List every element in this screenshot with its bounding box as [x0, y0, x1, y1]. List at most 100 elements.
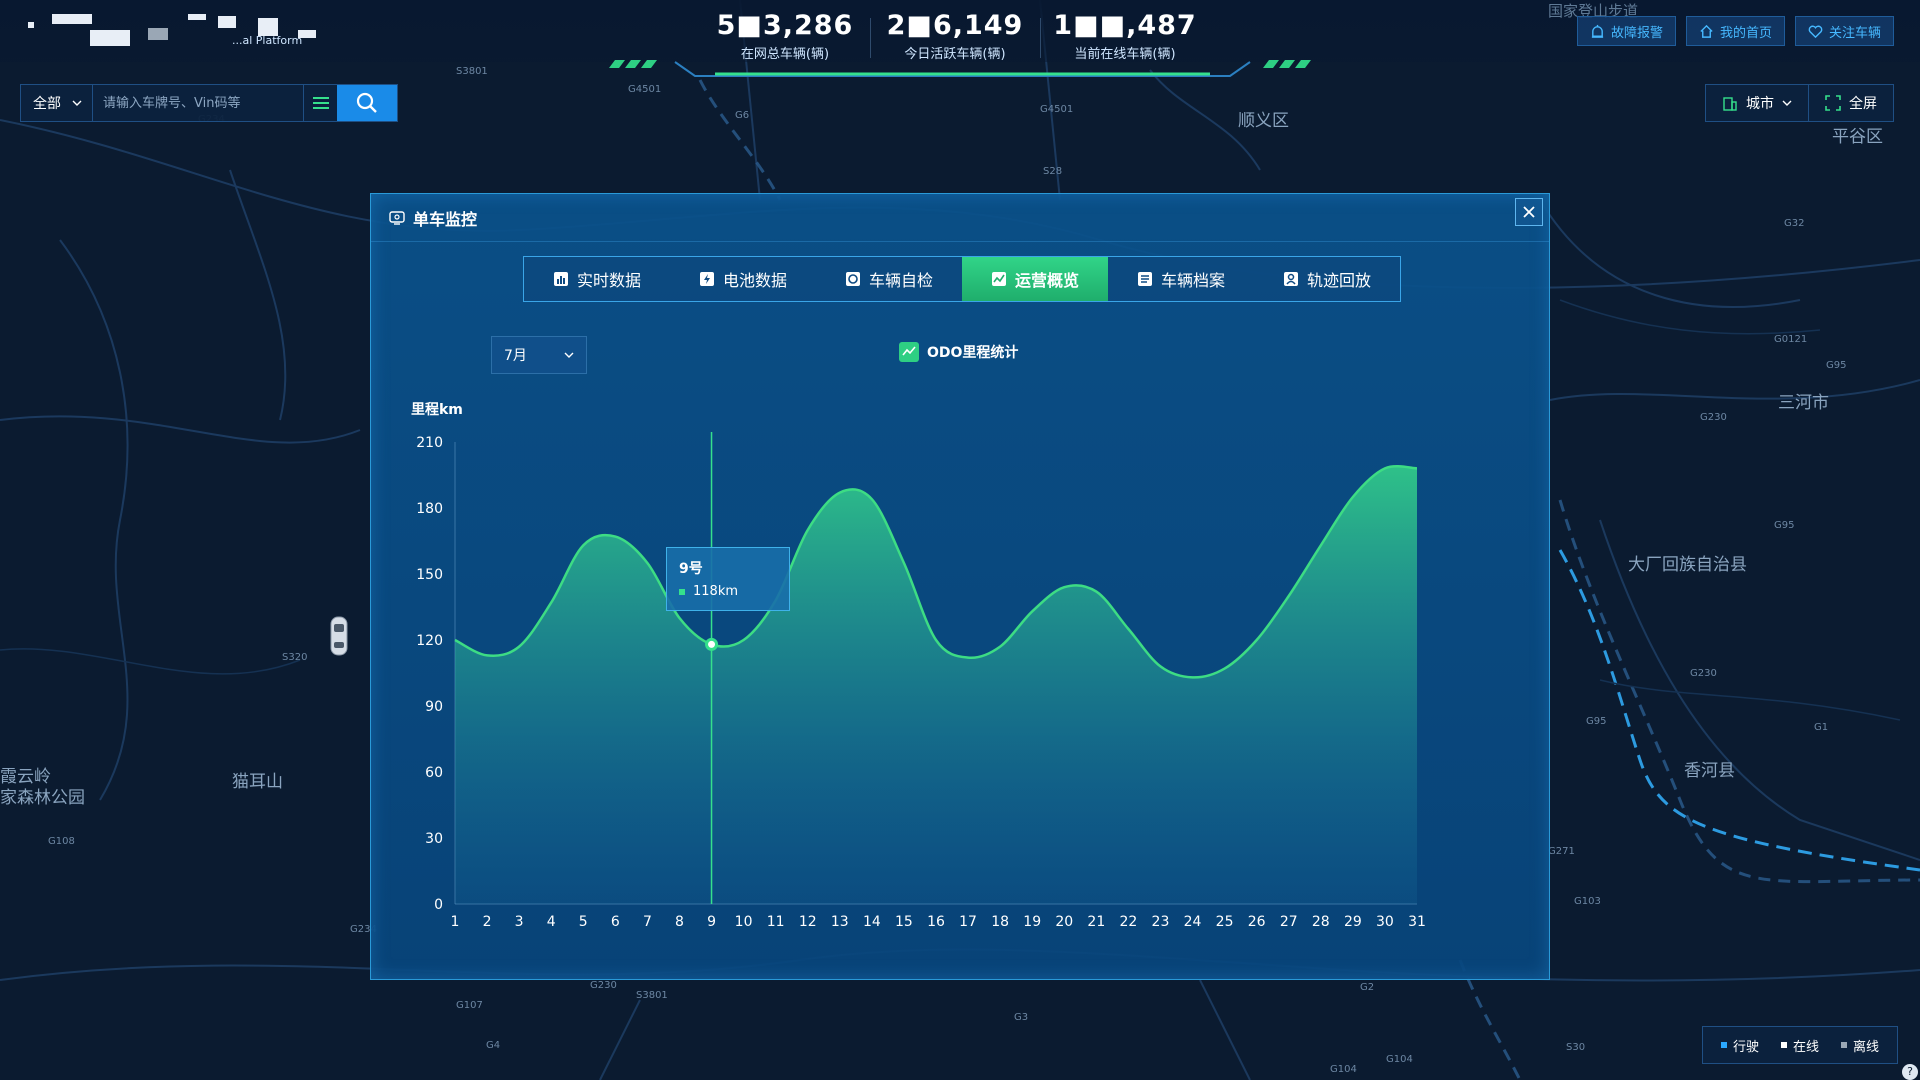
road-label: G104	[1330, 1064, 1357, 1075]
road-label: S30	[1566, 1042, 1586, 1053]
road-label: S320	[282, 652, 308, 663]
odo-mileage-chart[interactable]: 03060901201501802101 2 3 4 5 6 7 8 9 10 11 12 13 14 15…	[371, 194, 1551, 981]
road-label: S3801	[456, 66, 488, 77]
series-area	[455, 466, 1417, 904]
x-tick-label: 18	[991, 914, 1009, 930]
chevron-down-icon	[1782, 100, 1792, 106]
list-view-button[interactable]	[303, 85, 337, 121]
fault-alarm-button[interactable]: 故障报警	[1576, 16, 1676, 46]
home-icon	[1700, 24, 1713, 38]
city-select-button[interactable]: 城市	[1706, 85, 1808, 121]
legend-dot	[1780, 1042, 1787, 1048]
road-label: G103	[1574, 896, 1601, 907]
vehicle-marker-icon[interactable]	[330, 616, 348, 656]
y-tick-label: 90	[425, 699, 443, 715]
road-label: G32	[1784, 218, 1805, 229]
x-tick-label: 28	[1312, 914, 1330, 930]
legend-item-online[interactable]: 在线	[1780, 1036, 1819, 1055]
stat-active-vehicles: 2■6,149 今日活跃车辆(辆)	[870, 10, 1040, 62]
x-tick-label: 14	[863, 914, 881, 930]
my-home-label: 我的首页	[1719, 25, 1772, 41]
chart-tooltip: 9号 118km	[666, 547, 790, 611]
search-input[interactable]	[93, 85, 303, 121]
search-button[interactable]	[337, 85, 397, 121]
header-decoration	[609, 60, 1311, 77]
road-label: G230	[1690, 668, 1717, 679]
y-tick-label: 30	[425, 831, 443, 847]
search-scope-select[interactable]: 全部	[21, 85, 93, 121]
x-tick-label: 30	[1376, 914, 1394, 930]
y-tick-label: 120	[416, 633, 443, 649]
fullscreen-icon	[1825, 95, 1841, 111]
legend-dot	[1840, 1042, 1847, 1048]
x-tick-label: 29	[1344, 914, 1362, 930]
y-tick-label: 60	[425, 765, 443, 781]
list-icon	[312, 97, 329, 109]
x-tick-label: 31	[1408, 914, 1426, 930]
road-label: G4501	[1040, 104, 1074, 115]
x-tick-label: 10	[735, 914, 753, 930]
chevron-down-icon	[72, 100, 82, 106]
single-vehicle-monitor-dialog: 单车监控 实时数据 电池数据 车辆自检 运营概览 车辆档案 轨迹回放 7月 OD…	[370, 193, 1550, 980]
road-label: G230	[590, 980, 617, 991]
road-label: G95	[1586, 716, 1607, 727]
legend-item-driving[interactable]: 行驶	[1720, 1036, 1759, 1055]
y-tick-label: 150	[416, 567, 443, 583]
stat-online-vehicles: 1■■,487 当前在线车辆(辆)	[1040, 10, 1210, 62]
x-tick-label: 5	[579, 914, 588, 930]
x-tick-label: 21	[1087, 914, 1105, 930]
road-label: G4	[486, 1040, 501, 1051]
x-tick-label: 9	[707, 914, 716, 930]
x-tick-label: 11	[767, 914, 785, 930]
fullscreen-button[interactable]: 全屏	[1808, 85, 1893, 121]
map-tools: 城市 全屏	[1705, 84, 1894, 122]
road-label: G6	[735, 110, 750, 121]
help-icon[interactable]: ?	[1902, 1064, 1918, 1080]
road-label: G95	[1774, 520, 1795, 531]
road-label: G4501	[628, 84, 662, 95]
road-label: G104	[1386, 1054, 1413, 1065]
x-tick-label: 24	[1184, 914, 1202, 930]
y-tick-label: 210	[416, 435, 443, 451]
stat-total-vehicles: 5■3,286 在网总车辆(辆)	[700, 10, 870, 62]
x-tick-label: 26	[1248, 914, 1266, 930]
my-home-button[interactable]: 我的首页	[1685, 16, 1785, 46]
follow-vehicle-button[interactable]: 关注车辆	[1794, 16, 1894, 46]
stats-panel: 5■3,286 在网总车辆(辆) 2■6,149 今日活跃车辆(辆) 1■■,4…	[700, 10, 1210, 62]
building-icon	[1723, 97, 1737, 111]
map-label-shunyi: 顺义区	[1238, 111, 1289, 131]
tooltip-title: 9号	[679, 561, 703, 577]
highlight-point[interactable]	[705, 637, 719, 651]
top-actions: 故障报警 我的首页 关注车辆	[1576, 16, 1894, 46]
x-tick-label: 4	[547, 914, 556, 930]
tooltip-value: 118km	[693, 584, 739, 599]
legend-label: 行驶	[1732, 1039, 1759, 1055]
vehicle-search-bar: 全部	[20, 84, 398, 122]
map-label-maoershan: 猫耳山	[232, 772, 283, 792]
x-tick-label: 27	[1280, 914, 1298, 930]
y-tick-label: 0	[434, 897, 443, 913]
search-scope-value: 全部	[33, 96, 61, 112]
x-tick-label: 12	[799, 914, 817, 930]
x-tick-label: 7	[643, 914, 652, 930]
x-tick-label: 19	[1023, 914, 1041, 930]
tooltip-row: 118km	[679, 584, 777, 599]
tooltip-series-dot	[679, 588, 685, 595]
x-tick-label: 17	[959, 914, 977, 930]
y-tick-label: 180	[416, 501, 443, 517]
legend-dot	[1720, 1042, 1727, 1048]
x-tick-label: 16	[927, 914, 945, 930]
x-tick-label: 13	[831, 914, 849, 930]
map-label-dachang: 大厂回族自治县	[1628, 555, 1747, 575]
x-tick-label: 1	[451, 914, 460, 930]
stat-value: 1■■,487	[1053, 10, 1197, 41]
legend-item-offline[interactable]: 离线	[1840, 1036, 1879, 1055]
x-tick-label: 2	[483, 914, 492, 930]
road-label: S3801	[636, 990, 668, 1001]
stat-value: 2■6,149	[886, 10, 1024, 41]
legend-label: 离线	[1852, 1039, 1879, 1055]
fullscreen-label: 全屏	[1849, 96, 1877, 112]
road-label: G3	[1014, 1012, 1029, 1023]
map-label-forest-park: 家森林公园	[0, 788, 85, 808]
alarm-icon	[1591, 24, 1604, 38]
